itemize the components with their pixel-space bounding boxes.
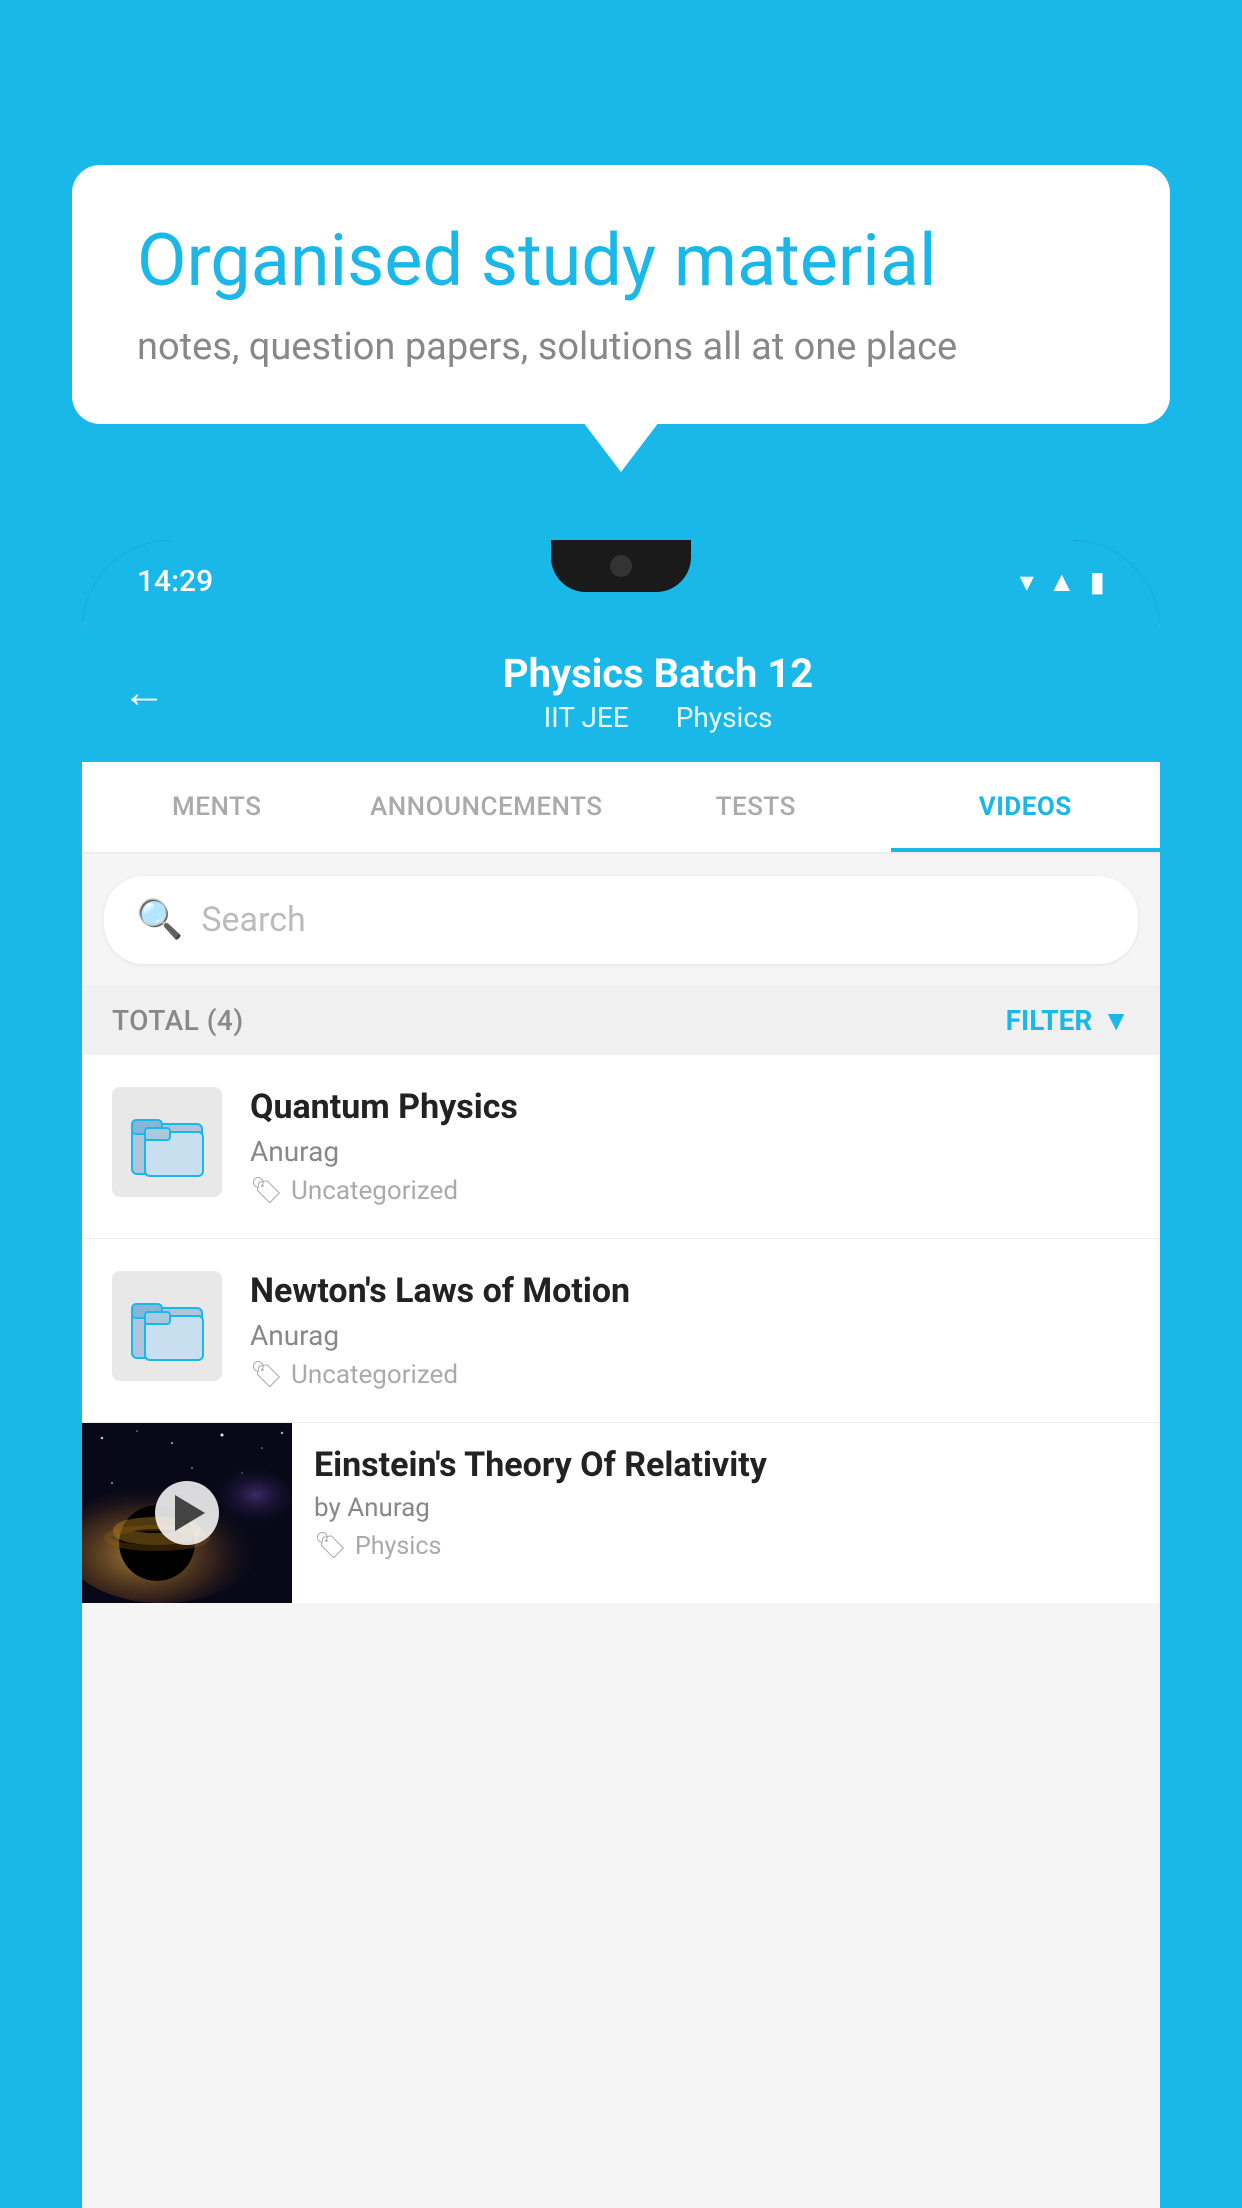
camera (610, 555, 632, 577)
search-bar[interactable]: 🔍 Search (104, 876, 1138, 964)
batch-title: Physics Batch 12 (196, 650, 1120, 697)
video-list: Quantum Physics Anurag 🏷 Uncategorized (82, 1055, 1160, 1603)
header-title-area: Physics Batch 12 IIT JEE Physics (196, 650, 1120, 734)
filter-button[interactable]: FILTER ▼ (1006, 1004, 1130, 1037)
list-item[interactable]: Quantum Physics Anurag 🏷 Uncategorized (82, 1055, 1160, 1239)
video-tag-3: 🏷 Physics (314, 1531, 1138, 1561)
tag-iitjee: IIT JEE (544, 701, 629, 734)
total-count: TOTAL (4) (112, 1004, 244, 1037)
video-title-2: Newton's Laws of Motion (250, 1271, 1130, 1311)
app-header: ← Physics Batch 12 IIT JEE Physics (82, 622, 1160, 762)
tag-physics: Physics (676, 701, 773, 734)
battery-icon: ▮ (1090, 565, 1105, 598)
video-thumbnail-2 (112, 1271, 222, 1381)
filter-icon: ▼ (1102, 1004, 1130, 1037)
back-button[interactable]: ← (122, 666, 166, 718)
notch (551, 540, 691, 592)
content-area: 🔍 Search TOTAL (4) FILTER ▼ (82, 854, 1160, 2208)
tag-icon: 🏷 (250, 1360, 283, 1390)
list-item[interactable]: Newton's Laws of Motion Anurag 🏷 Uncateg… (82, 1239, 1160, 1423)
speech-bubble: Organised study material notes, question… (72, 165, 1170, 424)
video-author-2: Anurag (250, 1319, 1130, 1352)
bubble-subtitle: notes, question papers, solutions all at… (137, 325, 1105, 369)
search-icon: 🔍 (136, 898, 183, 942)
status-icons: ▾ ▲ ▮ (1020, 565, 1105, 598)
tab-tests[interactable]: TESTS (621, 762, 891, 852)
phone-content: ← Physics Batch 12 IIT JEE Physics MENTS… (82, 622, 1160, 2208)
video-thumbnail-1 (112, 1087, 222, 1197)
tag-icon: 🏷 (314, 1531, 347, 1561)
play-icon (175, 1495, 205, 1531)
video-info-1: Quantum Physics Anurag 🏷 Uncategorized (250, 1087, 1130, 1206)
video-thumbnail-3 (82, 1423, 292, 1603)
video-author-1: Anurag (250, 1135, 1130, 1168)
video-author-3: by Anurag (314, 1493, 1138, 1523)
tag-icon: 🏷 (250, 1176, 283, 1206)
video-title-1: Quantum Physics (250, 1087, 1130, 1127)
video-tag-1: 🏷 Uncategorized (250, 1176, 1130, 1206)
batch-tags: IIT JEE Physics (196, 701, 1120, 734)
phone-frame: 14:29 ▾ ▲ ▮ ← Physics Batch 12 IIT JEE P… (82, 540, 1160, 2208)
video-info-3: Einstein's Theory Of Relativity by Anura… (292, 1423, 1160, 1583)
tab-videos[interactable]: VIDEOS (891, 762, 1161, 852)
video-tag-2: 🏷 Uncategorized (250, 1360, 1130, 1390)
folder-icon (127, 1102, 207, 1182)
filter-label: FILTER (1006, 1004, 1093, 1037)
tab-ments[interactable]: MENTS (82, 762, 352, 852)
list-item[interactable]: Einstein's Theory Of Relativity by Anura… (82, 1423, 1160, 1603)
list-header: TOTAL (4) FILTER ▼ (82, 986, 1160, 1055)
signal-icon: ▲ (1048, 565, 1076, 598)
status-time: 14:29 (137, 564, 213, 599)
status-bar: 14:29 ▾ ▲ ▮ (82, 540, 1160, 622)
tabs-bar: MENTS ANNOUNCEMENTS TESTS VIDEOS (82, 762, 1160, 854)
search-input[interactable]: Search (201, 900, 305, 940)
video-title-3: Einstein's Theory Of Relativity (314, 1445, 1138, 1485)
folder-icon (127, 1286, 207, 1366)
play-button[interactable] (155, 1481, 219, 1545)
video-info-2: Newton's Laws of Motion Anurag 🏷 Uncateg… (250, 1271, 1130, 1390)
wifi-icon: ▾ (1020, 565, 1034, 598)
tab-announcements[interactable]: ANNOUNCEMENTS (352, 762, 622, 852)
bubble-title: Organised study material (137, 220, 1105, 303)
